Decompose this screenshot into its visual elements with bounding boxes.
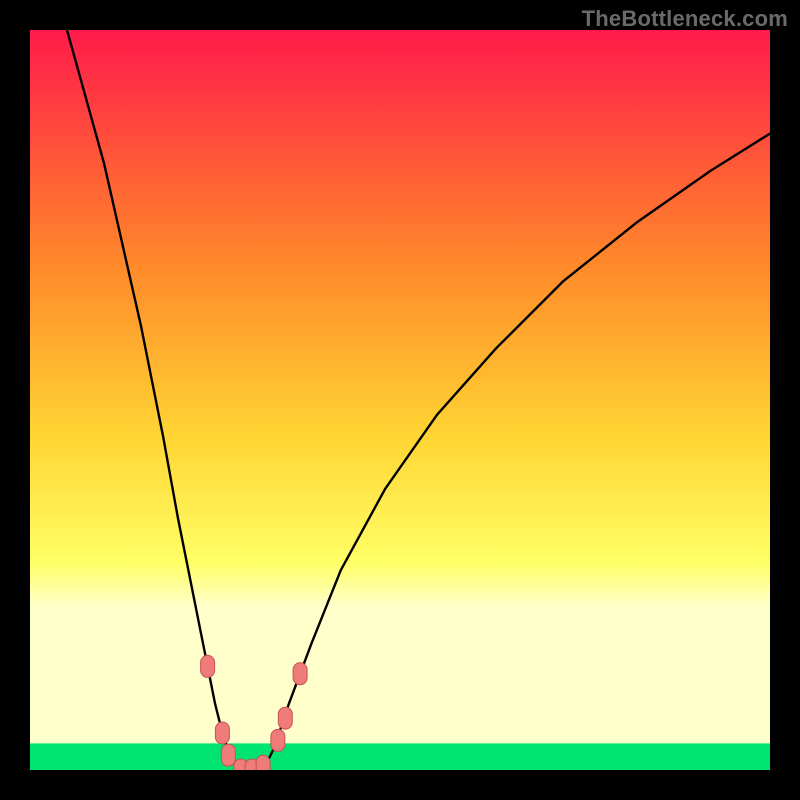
marker-point	[221, 744, 235, 766]
outer-frame: TheBottleneck.com	[0, 0, 800, 800]
marker-point	[215, 722, 229, 744]
marker-point	[271, 729, 285, 751]
marker-point	[201, 655, 215, 677]
bottleneck-chart	[30, 30, 770, 770]
marker-point	[256, 755, 270, 770]
marker-point	[278, 707, 292, 729]
plot-area	[30, 30, 770, 770]
gradient-background	[30, 30, 770, 770]
watermark-text: TheBottleneck.com	[582, 6, 788, 32]
marker-point	[293, 663, 307, 685]
